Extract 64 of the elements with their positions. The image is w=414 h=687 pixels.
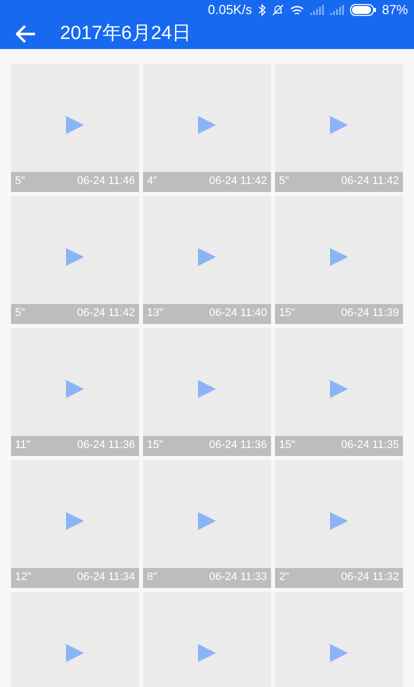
video-duration: 5"	[15, 306, 26, 322]
play-icon	[66, 644, 84, 662]
video-thumbnail[interactable]: 4" 06-24 11:42	[143, 64, 271, 192]
video-thumbnail[interactable]: 13" 06-24 11:40	[143, 196, 271, 324]
play-icon	[66, 248, 84, 266]
signal-icon	[310, 5, 324, 15]
play-icon	[198, 116, 216, 134]
video-thumbnail[interactable]: 12" 06-24 11:34	[11, 460, 139, 588]
video-thumbnail[interactable]	[11, 592, 139, 687]
video-thumbnail[interactable]: 15" 06-24 11:39	[275, 196, 403, 324]
play-icon	[330, 248, 348, 266]
video-thumbnail[interactable]: 5" 06-24 11:46	[11, 64, 139, 192]
video-duration: 12"	[15, 570, 32, 586]
video-timestamp: 06-24 11:33	[209, 570, 267, 586]
video-thumbnail[interactable]	[275, 592, 403, 687]
play-icon	[330, 512, 348, 530]
battery-icon	[350, 4, 376, 16]
video-timestamp: 06-24 11:46	[77, 174, 135, 190]
video-thumbnail[interactable]: 15" 06-24 11:36	[143, 328, 271, 456]
battery-percent: 87%	[382, 1, 408, 20]
video-timestamp: 06-24 11:36	[209, 438, 267, 454]
video-thumbnail[interactable]: 8" 06-24 11:33	[143, 460, 271, 588]
video-thumbnail[interactable]: 2" 06-24 11:32	[275, 460, 403, 588]
play-icon	[330, 380, 348, 398]
play-icon	[198, 380, 216, 398]
network-speed: 0.05K/s	[208, 1, 252, 20]
video-timestamp: 06-24 11:34	[77, 570, 135, 586]
video-timestamp: 06-24 11:35	[341, 438, 399, 454]
video-timestamp: 06-24 11:39	[341, 306, 399, 322]
play-icon	[198, 512, 216, 530]
video-timestamp: 06-24 11:40	[209, 306, 267, 322]
video-thumbnail[interactable]	[143, 592, 271, 687]
bluetooth-icon	[258, 4, 266, 16]
video-duration: 4"	[147, 174, 158, 190]
video-duration: 15"	[279, 306, 296, 322]
video-duration: 5"	[15, 174, 26, 190]
play-icon	[330, 116, 348, 134]
video-thumbnail[interactable]: 15" 06-24 11:35	[275, 328, 403, 456]
video-timestamp: 06-24 11:42	[77, 306, 135, 322]
video-timestamp: 06-24 11:36	[77, 438, 135, 454]
video-duration: 8"	[147, 570, 158, 586]
video-timestamp: 06-24 11:42	[209, 174, 267, 190]
video-timestamp: 06-24 11:32	[341, 570, 399, 586]
play-icon	[66, 512, 84, 530]
video-duration: 11"	[15, 438, 30, 454]
play-icon	[198, 248, 216, 266]
signal-icon	[330, 5, 344, 15]
video-duration: 15"	[279, 438, 296, 454]
video-duration: 13"	[147, 306, 164, 322]
video-timestamp: 06-24 11:42	[341, 174, 399, 190]
back-arrow-icon	[16, 25, 36, 44]
play-icon	[66, 380, 84, 398]
video-duration: 15"	[147, 438, 164, 454]
play-icon	[66, 116, 84, 134]
play-icon	[330, 644, 348, 662]
video-duration: 2"	[279, 570, 290, 586]
video-thumbnail[interactable]: 5" 06-24 11:42	[275, 64, 403, 192]
play-icon	[198, 644, 216, 662]
video-thumbnail[interactable]: 11" 06-24 11:36	[11, 328, 139, 456]
video-duration: 5"	[279, 174, 290, 190]
wifi-icon	[290, 4, 304, 16]
bell-off-icon	[272, 4, 284, 16]
page-title: 2017年6月24日	[60, 22, 191, 46]
video-thumbnail[interactable]: 5" 06-24 11:42	[11, 196, 139, 324]
